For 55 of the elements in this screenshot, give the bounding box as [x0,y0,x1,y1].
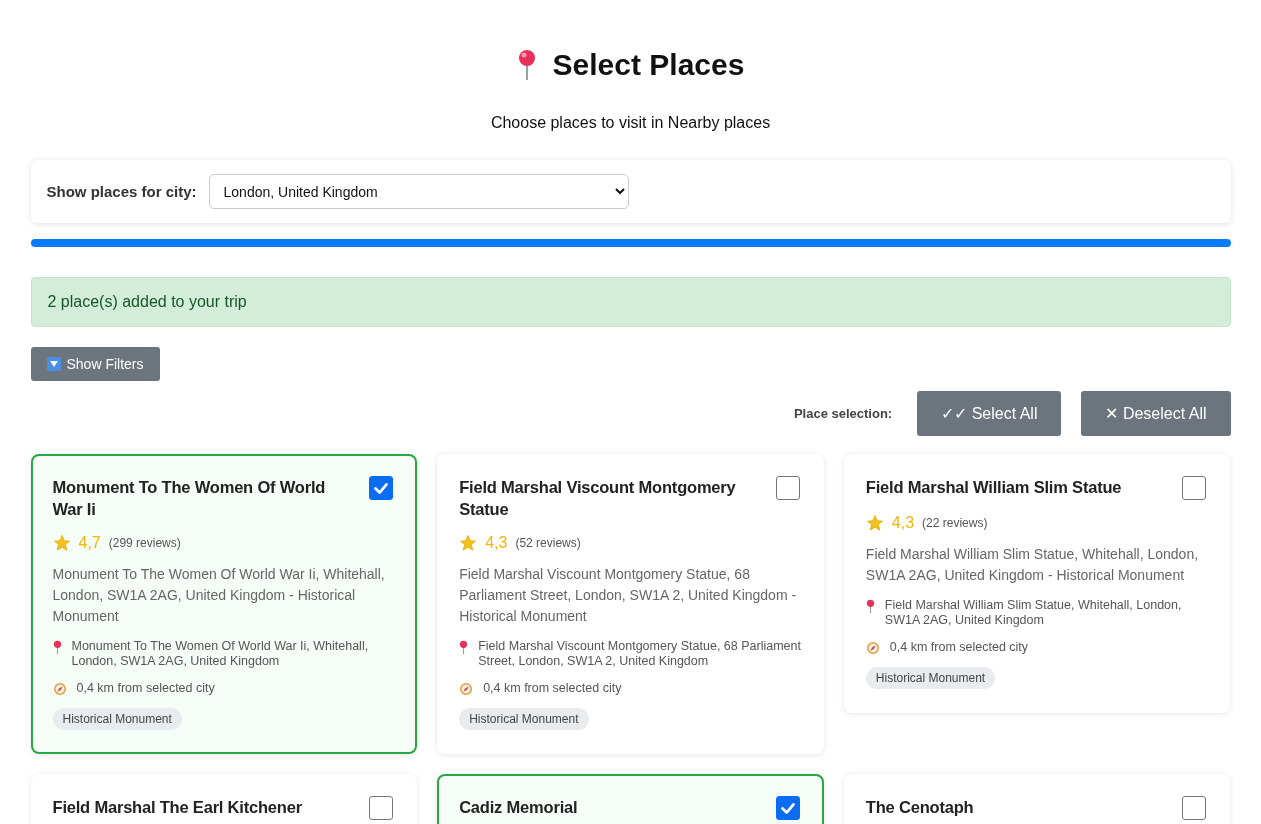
place-description: Field Marshal William Slim Statue, Whitehall, London, SW1A 2AG, United Kingdom - Historical Monument [865,545,1200,585]
pushpin-icon [459,640,469,655]
pushpin-icon [865,599,875,614]
compass-icon [459,682,474,696]
place-card[interactable]: Cadiz Memorial [437,774,824,824]
place-title: Field Marshal Viscount Montgomery Statue [459,477,737,520]
compass-icon [52,682,67,696]
place-address: Field Marshal Viscount Montgomery Statue, 68 Parliament Street, London, SW1A 2, United Kingdom [478,639,802,669]
pushpin-icon [52,640,62,655]
place-distance: 0,4 km from selected city [76,681,215,696]
place-card[interactable] [30,454,418,754]
place-card[interactable]: The Cenotaph [843,774,1231,824]
city-label: Show places for city: [46,183,197,200]
select-all-button[interactable]: ✓✓ Select All [917,391,1062,436]
review-count: (52 reviews) [515,536,581,550]
place-title: Field Marshal The Earl Kitchener [52,797,302,818]
category-tag: Historical Monument [52,708,182,730]
place-card[interactable] [843,454,1231,713]
success-alert: 2 place(s) added to your trip [30,277,1231,327]
review-count: (299 reviews) [108,536,181,550]
place-card[interactable]: Field Marshal The Earl Kitchener [30,774,418,824]
compass-icon [865,641,880,655]
selection-label: Place selection: [793,406,893,421]
place-distance: 0,4 km from selected city [889,640,1029,655]
place-distance: 0,4 km from selected city [483,681,622,696]
place-description: Field Marshal Viscount Montgomery Statue, 68 Parliament Street, London, SW1A 2, United Kingdom - Historical Monument [459,565,798,626]
rating-value: 4,7 [78,534,101,552]
place-description: Monument To The Women Of World War Ii, Whitehall, London, SW1A 2AG, United Kingdom - Historical Monument [52,565,386,626]
star-icon [459,534,478,552]
place-address: Monument To The Women Of World War Ii, Whitehall, London, SW1A 2AG, United Kingdom [71,639,370,669]
place-title: Field Marshal William Slim Statue [865,477,1122,498]
pushpin-icon [516,49,537,81]
place-card[interactable] [437,454,824,754]
star-icon [865,514,884,532]
place-checkbox[interactable] [1182,796,1207,820]
page-title: Select Places [552,48,745,82]
show-filters-button[interactable]: Show Filters [30,347,160,381]
place-address: Field Marshal William Slim Statue, Whitehall, London, SW1A 2AG, United Kingdom [884,598,1183,628]
place-checkbox[interactable] [775,476,800,500]
rating-value: 4,3 [891,514,915,532]
place-title: The Cenotaph [865,797,974,818]
star-icon [52,534,71,552]
page-subtitle: Choose places to visit in Nearby places [489,114,772,132]
place-checkbox[interactable] [369,476,394,500]
place-title: Cadiz Memorial [459,797,578,818]
place-checkbox[interactable] [775,796,800,820]
category-tag: Historical Monument [865,667,996,689]
place-title: Monument To The Women Of World War Ii [52,477,327,520]
category-tag: Historical Monument [459,708,589,730]
deselect-all-button[interactable]: ✕ Deselect All [1081,391,1231,436]
city-select[interactable]: London, United Kingdom [208,174,629,209]
place-checkbox[interactable] [369,796,394,820]
rating-value: 4,3 [485,534,508,552]
place-checkbox[interactable] [1182,476,1207,500]
review-count: (22 reviews) [922,516,988,530]
